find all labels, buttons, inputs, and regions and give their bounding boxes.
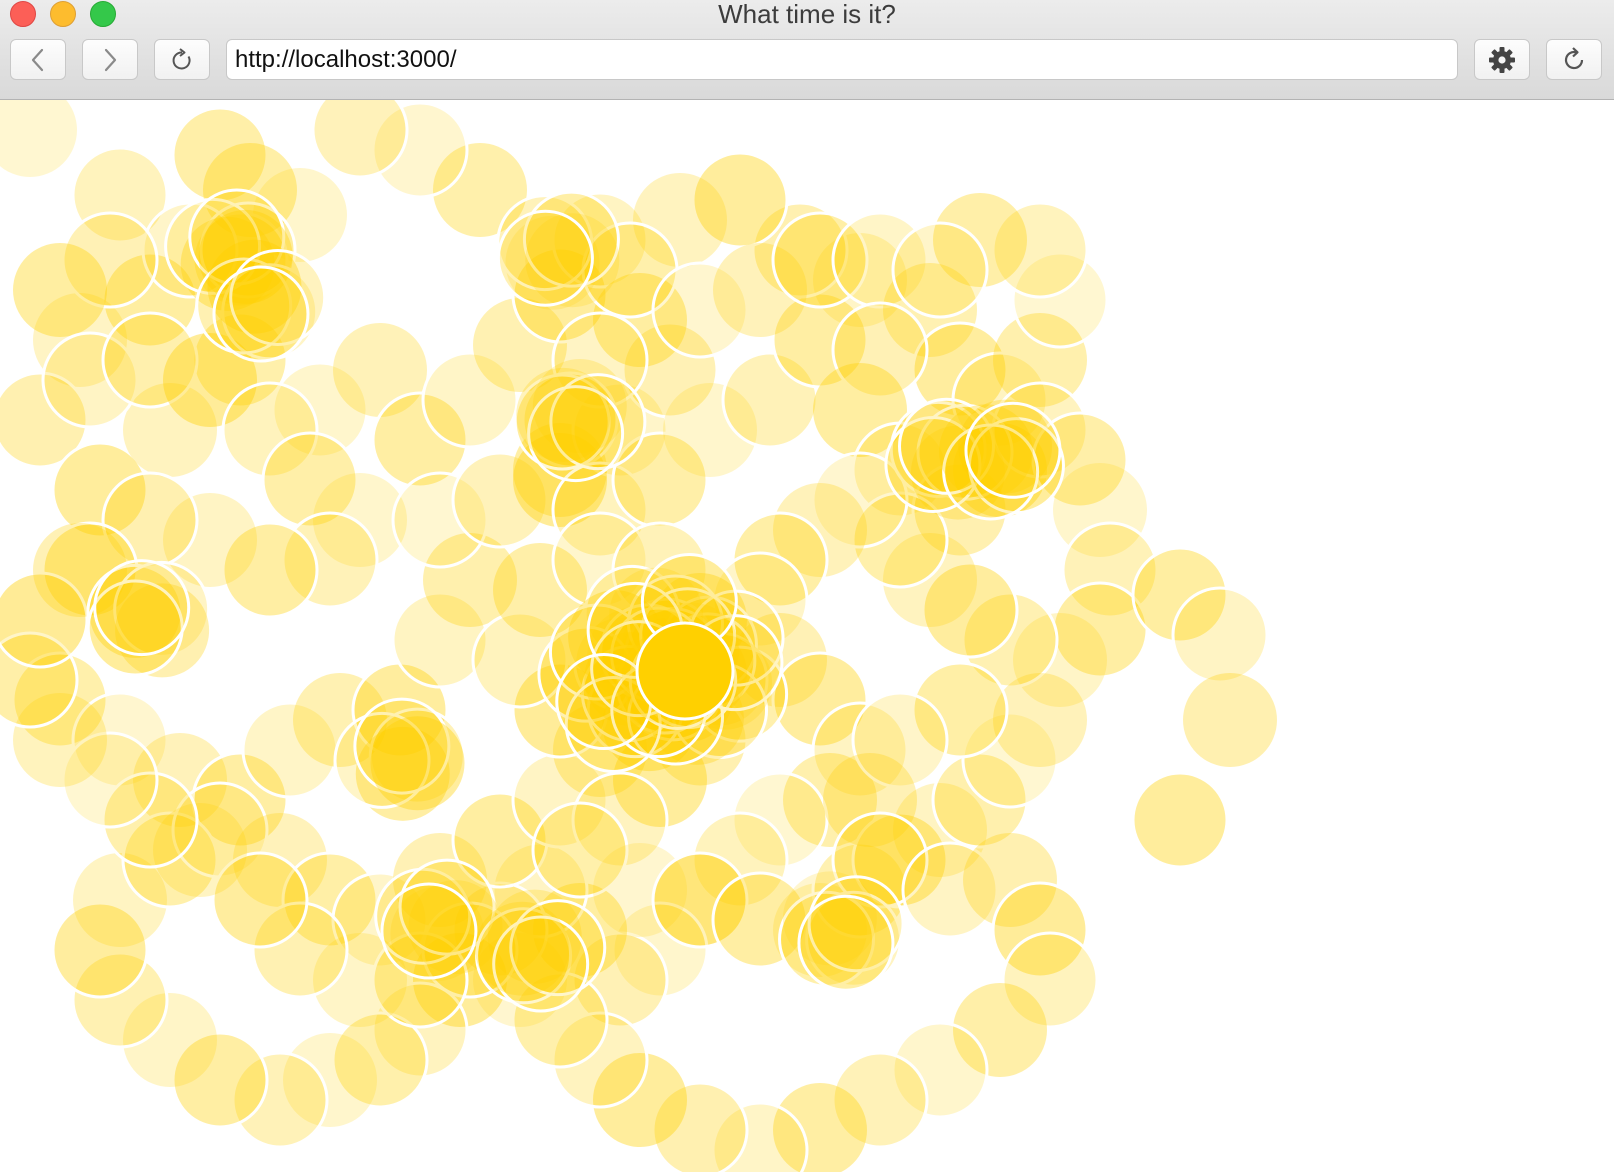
refresh-icon	[1564, 46, 1584, 69]
browser-window: What time is it?	[0, 0, 1614, 1172]
browser-toolbar: What time is it?	[0, 0, 1614, 100]
forward-button[interactable]	[82, 39, 138, 80]
chevron-right-icon	[104, 48, 117, 71]
canvas-area[interactable]	[0, 100, 1614, 1172]
trail-circle	[797, 894, 895, 992]
trail-circle	[212, 265, 310, 363]
reload-icon	[172, 47, 191, 69]
trail-circle	[891, 221, 989, 319]
reload-button[interactable]	[154, 39, 210, 80]
back-button[interactable]	[10, 39, 66, 80]
trail-circle	[1131, 771, 1229, 869]
trail-circle	[93, 559, 191, 657]
trail-circle	[1171, 586, 1269, 684]
window-title: What time is it?	[718, 0, 896, 29]
trail-circle	[964, 401, 1062, 499]
trail-circle	[311, 100, 409, 179]
trail-circle	[13, 243, 107, 337]
circle-trail-canvas[interactable]	[0, 100, 1614, 1172]
refresh-button[interactable]	[1546, 39, 1602, 80]
cursor-circle	[635, 621, 735, 721]
trail-circle	[380, 882, 478, 980]
gear-icon	[1489, 46, 1515, 73]
trail-circle	[0, 100, 77, 177]
trail-circle	[516, 367, 611, 462]
trail-circle	[496, 209, 594, 307]
trail-circle	[475, 901, 570, 996]
chevron-left-icon	[31, 48, 44, 71]
trail-circle	[1183, 673, 1277, 767]
address-bar[interactable]	[226, 39, 1458, 80]
trail-circle	[370, 716, 465, 811]
settings-button[interactable]	[1474, 39, 1530, 80]
